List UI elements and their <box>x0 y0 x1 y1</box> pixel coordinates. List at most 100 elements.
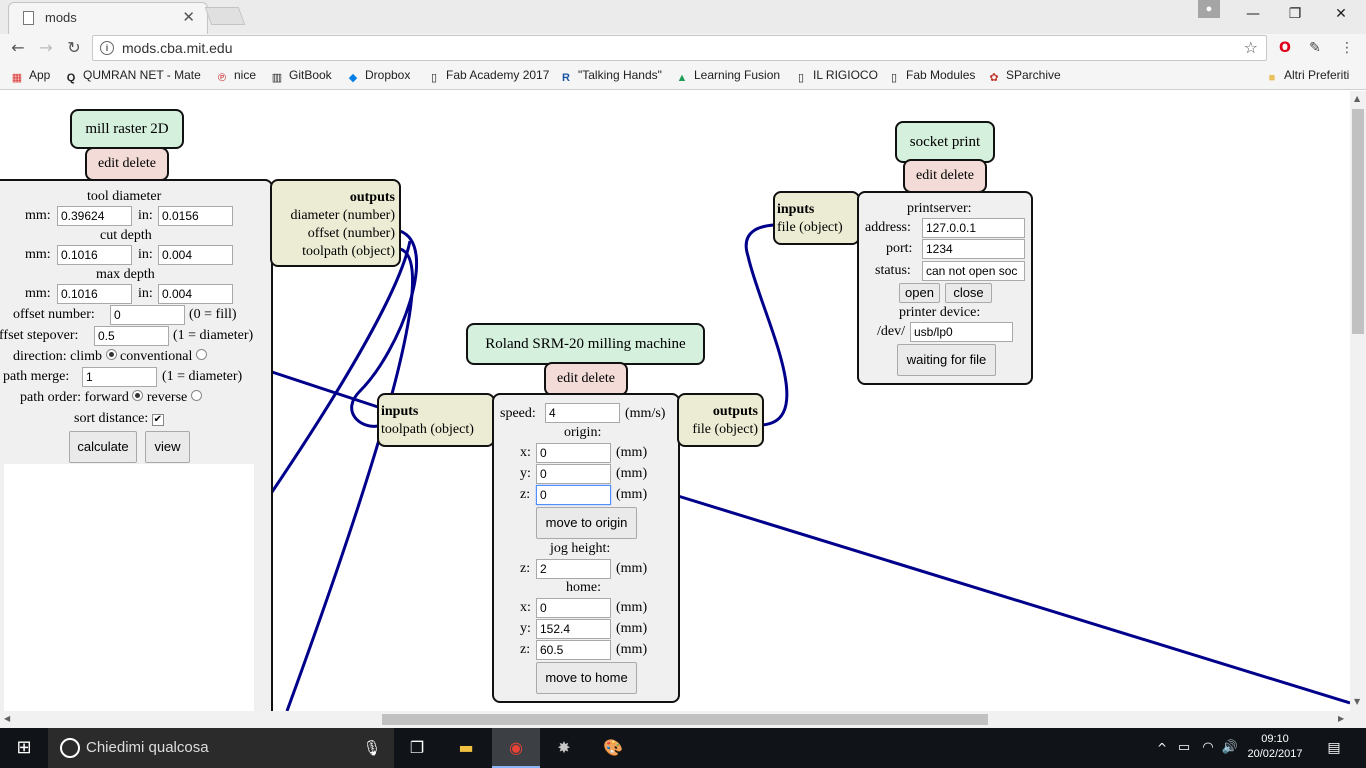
forward-radio[interactable] <box>132 390 144 401</box>
move-to-origin-button[interactable]: move to origin <box>536 507 637 539</box>
reload-icon[interactable]: ↻ <box>62 36 86 60</box>
tab-mods[interactable]: mods ✕ <box>8 2 208 34</box>
calculate-button[interactable]: calculate <box>69 431 137 463</box>
info-icon[interactable]: i <box>100 41 114 55</box>
cut-depth-mm-input[interactable]: 0.1016 <box>57 245 132 265</box>
vertical-scrollbar[interactable]: ▲ ▼ <box>1350 91 1366 711</box>
new-tab-button[interactable] <box>204 7 246 25</box>
cut-depth-in-input[interactable]: 0.004 <box>158 245 233 265</box>
printer-device-input[interactable]: usb/lp0 <box>910 322 1013 342</box>
bookmark-star-icon[interactable]: ☆ <box>1244 38 1258 57</box>
output-file[interactable]: file (object) <box>679 421 758 439</box>
jog-height-input[interactable]: 2 <box>536 559 611 579</box>
open-button[interactable]: open <box>899 283 940 303</box>
wifi-icon[interactable]: ◠ <box>1196 736 1220 760</box>
volume-icon[interactable]: 🔊 <box>1218 736 1242 760</box>
vertical-scroll-thumb[interactable] <box>1352 109 1364 334</box>
gimp-icon[interactable]: ✸ <box>552 736 576 760</box>
notifications-icon[interactable]: ▤ <box>1322 736 1346 760</box>
bookmark-il-rigioco[interactable]: ▯ IL RIGIOCO <box>794 68 878 85</box>
bookmark-fab-modules[interactable]: ▯ Fab Modules <box>887 68 975 85</box>
horizontal-scrollbar[interactable]: ◀ ▶ <box>0 711 1366 728</box>
address-bar[interactable]: i mods.cba.mit.edu ☆ <box>92 35 1267 61</box>
close-button[interactable]: close <box>945 283 992 303</box>
forward-icon[interactable]: → <box>34 36 58 60</box>
home-z-input[interactable]: 60.5 <box>536 640 611 660</box>
speed-input[interactable]: 4 <box>545 403 620 423</box>
tool-diameter-in-input[interactable]: 0.0156 <box>158 206 233 226</box>
socket-print-title[interactable]: socket print <box>895 121 995 163</box>
socket-edit-delete-button[interactable]: edit delete <box>903 159 987 193</box>
bookmark-talking-hands[interactable]: R "Talking Hands" <box>559 68 662 85</box>
battery-icon[interactable]: ▭ <box>1172 736 1196 760</box>
max-depth-mm-input[interactable]: 0.1016 <box>57 284 132 304</box>
close-tab-icon[interactable]: ✕ <box>182 8 195 26</box>
input-file[interactable]: file (object) <box>777 219 858 237</box>
offset-number-input[interactable]: 0 <box>110 305 185 325</box>
mill-raster-title[interactable]: mill raster 2D <box>70 109 184 149</box>
move-to-home-button[interactable]: move to home <box>536 662 637 694</box>
origin-y-input[interactable]: 0 <box>536 464 611 484</box>
waiting-for-file-button[interactable]: waiting for file <box>897 344 996 376</box>
scroll-up-icon[interactable]: ▲ <box>1354 94 1360 103</box>
paint-icon[interactable]: 🎨 <box>601 736 625 760</box>
roland-edit-delete-button[interactable]: edit delete <box>544 362 628 396</box>
windows-start-icon[interactable]: ⊞ <box>12 736 36 760</box>
opera-icon[interactable]: O <box>1276 39 1294 57</box>
path-merge-input[interactable]: 1 <box>82 367 157 387</box>
port-input[interactable]: 1234 <box>922 239 1025 259</box>
bookmark-qumran[interactable]: Q QUMRAN NET - Mate <box>64 68 201 85</box>
close-window-icon[interactable]: ✕ <box>1318 0 1364 30</box>
max-depth-in-input[interactable]: 0.004 <box>158 284 233 304</box>
dropbox-icon: ◆ <box>348 72 358 84</box>
cortana-search-box[interactable]: Chiedimi qualcosa 🎙 <box>48 728 394 768</box>
clock[interactable]: 09:10 20/02/2017 <box>1245 732 1305 762</box>
task-view-icon[interactable]: ❐ <box>405 736 429 760</box>
offset-number-hint: (0 = fill) <box>189 307 237 322</box>
status-field[interactable]: can not open soc <box>922 261 1025 281</box>
evernote-icon[interactable]: ✎ <box>1306 39 1324 57</box>
bookmark-gitbook[interactable]: ▥ GitBook <box>270 68 332 85</box>
user-profile-icon[interactable]: ● <box>1198 0 1220 18</box>
horizontal-scroll-thumb[interactable] <box>382 714 988 725</box>
mill-edit-delete-button[interactable]: edit delete <box>85 147 169 181</box>
restore-icon[interactable]: ❐ <box>1272 0 1318 30</box>
output-offset[interactable]: offset (number) <box>272 225 395 243</box>
origin-y-label: y: <box>520 466 531 481</box>
bookmark-sparchive[interactable]: ✿ SParchive <box>987 68 1060 85</box>
bookmark-app[interactable]: ▦ App <box>10 68 51 85</box>
sort-distance-checkbox[interactable]: ✔ <box>151 414 164 426</box>
bookmark-nice[interactable]: ℗ nice <box>215 68 256 85</box>
home-x-input[interactable]: 0 <box>536 598 611 618</box>
file-explorer-icon[interactable]: ▬ <box>454 736 478 760</box>
show-hidden-icons[interactable]: ^ <box>1150 736 1174 760</box>
chrome-taskbar-button[interactable]: ◉ <box>492 728 540 768</box>
bookmark-fab-academy[interactable]: ▯ Fab Academy 2017 <box>427 68 549 85</box>
menu-icon[interactable]: ⋮ <box>1338 39 1356 57</box>
view-button[interactable]: view <box>145 431 190 463</box>
home-y-input[interactable]: 152.4 <box>536 619 611 639</box>
climb-radio[interactable] <box>105 349 117 360</box>
origin-z-input[interactable]: 0 <box>536 485 611 505</box>
mods-canvas[interactable]: mill raster 2D edit delete tool diameter… <box>0 91 1350 711</box>
roland-title[interactable]: Roland SRM-20 milling machine <box>466 323 705 365</box>
output-toolpath[interactable]: toolpath (object) <box>272 243 395 261</box>
scroll-left-icon[interactable]: ◀ <box>4 714 10 723</box>
cut-depth-label: cut depth <box>100 228 152 243</box>
output-diameter[interactable]: diameter (number) <box>272 207 395 225</box>
reverse-radio[interactable] <box>190 390 202 401</box>
minimize-icon[interactable]: — <box>1230 0 1276 30</box>
bookmark-dropbox[interactable]: ◆ Dropbox <box>346 68 411 85</box>
back-icon[interactable]: ← <box>6 36 30 60</box>
conventional-radio[interactable] <box>195 349 207 360</box>
microphone-icon[interactable]: 🎙 <box>360 736 384 760</box>
offset-stepover-input[interactable]: 0.5 <box>94 326 169 346</box>
origin-x-input[interactable]: 0 <box>536 443 611 463</box>
bookmark-learning-fusion[interactable]: ▲ Learning Fusion <box>675 68 781 85</box>
scroll-down-icon[interactable]: ▼ <box>1354 697 1360 706</box>
tool-diameter-mm-input[interactable]: 0.39624 <box>57 206 132 226</box>
input-toolpath[interactable]: toolpath (object) <box>381 421 493 439</box>
bookmark-other-folder[interactable]: ■ Altri Preferiti <box>1265 68 1350 85</box>
scroll-right-icon[interactable]: ▶ <box>1338 714 1344 723</box>
address-input[interactable]: 127.0.0.1 <box>922 218 1025 238</box>
